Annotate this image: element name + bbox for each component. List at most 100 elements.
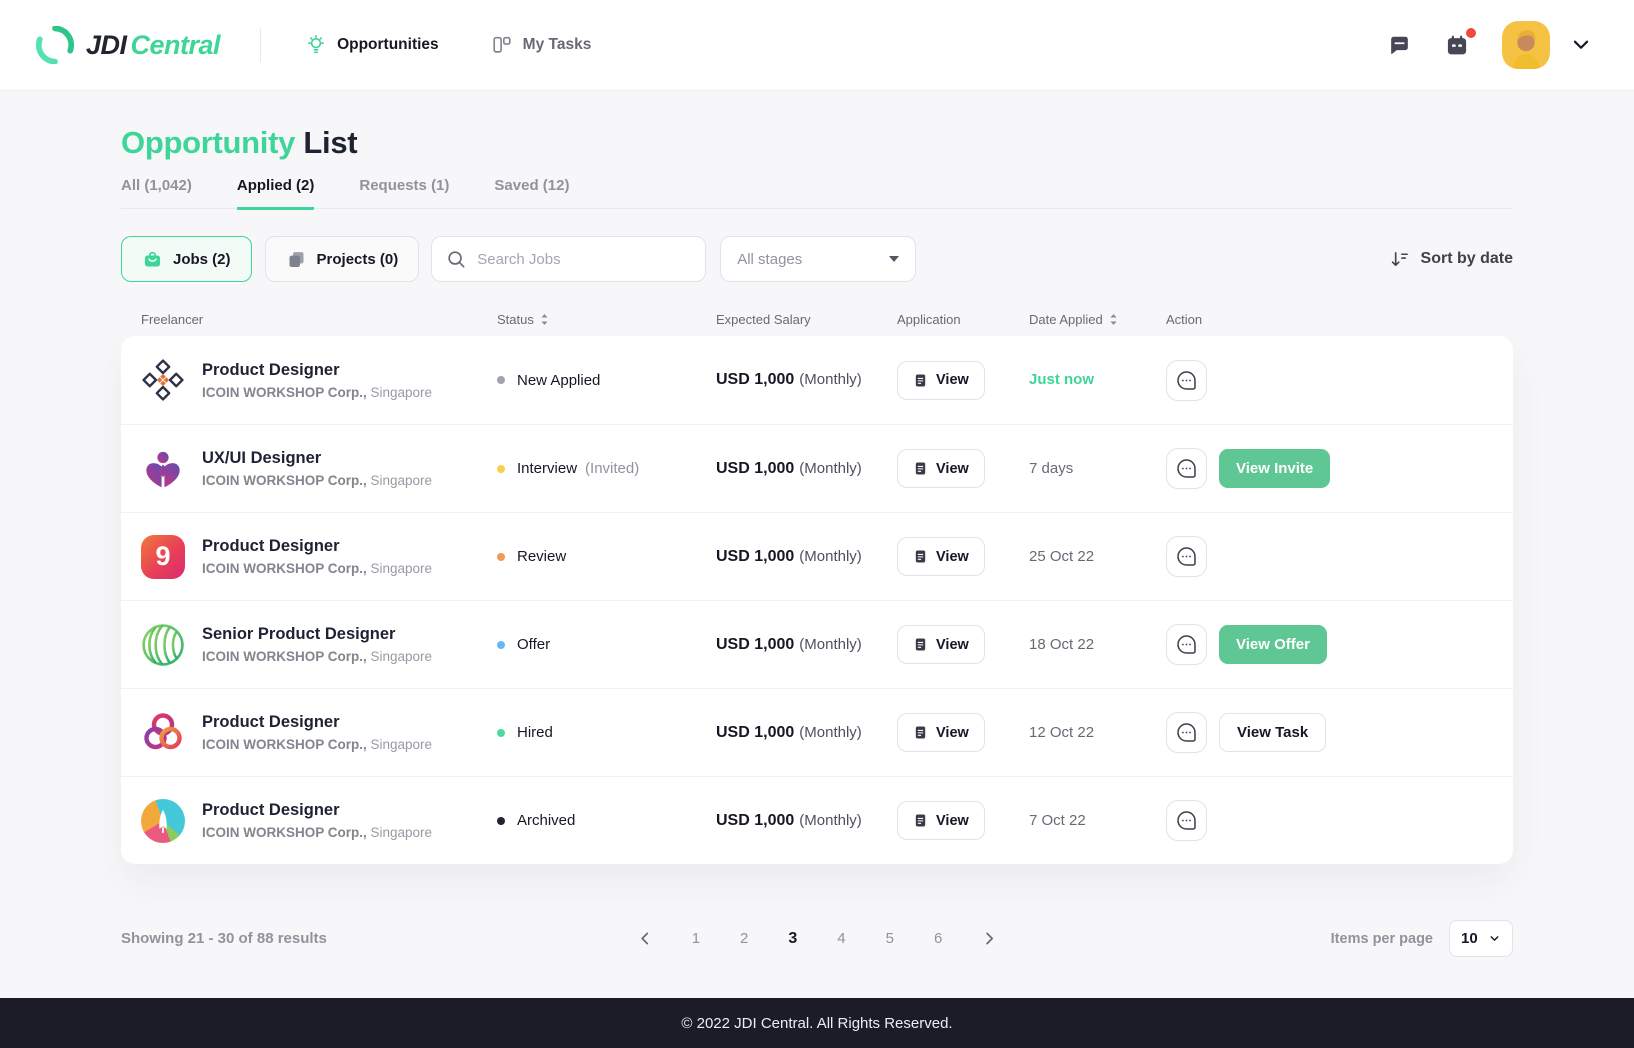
status-dot [497,729,505,737]
status-dot [497,465,505,473]
job-title[interactable]: Product Designer [202,713,432,732]
jobs-filter-button[interactable]: Jobs (2) [121,236,252,282]
tab-all[interactable]: All (1,042) [121,177,192,210]
column-expected-salary: Expected Salary [716,312,897,327]
search-jobs-box [431,236,706,282]
sort-descending-icon [1389,249,1410,270]
page-4[interactable]: 4 [829,926,853,951]
document-icon [913,725,928,740]
date-applied: 18 Oct 22 [1029,636,1094,653]
column-action: Action [1166,312,1513,327]
column-status[interactable]: Status [497,312,716,327]
chat-button[interactable] [1166,624,1207,665]
main-content: Opportunity List All (1,042) Applied (2)… [0,91,1634,998]
company-logo-trefoil [141,711,185,755]
nav-opportunities-label: Opportunities [337,36,439,54]
document-icon [913,637,928,652]
page-3-current[interactable]: 3 [780,926,805,952]
calendar-button[interactable] [1438,26,1476,64]
date-applied: 12 Oct 22 [1029,724,1094,741]
view-application-button[interactable]: View [897,361,985,400]
sort-by-date[interactable]: Sort by date [1389,249,1513,270]
view-offer-button[interactable]: View Offer [1219,625,1327,664]
items-per-page-label: Items per page [1331,931,1433,947]
projects-filter-button[interactable]: Projects (0) [265,236,420,282]
job-title[interactable]: Product Designer [202,801,432,820]
chat-dots-icon [1174,632,1199,657]
chat-button[interactable] [1166,448,1207,489]
tab-applied[interactable]: Applied (2) [237,177,315,210]
status-dot [497,641,505,649]
brand-logo[interactable]: JDICentral [36,26,220,64]
document-icon [913,549,928,564]
tab-bar: All (1,042) Applied (2) Requests (1) Sav… [121,177,1513,209]
chat-button[interactable] [1166,360,1207,401]
view-application-button[interactable]: View [897,537,985,576]
job-title[interactable]: Senior Product Designer [202,625,432,644]
job-title[interactable]: UX/UI Designer [202,449,432,468]
main-nav: Opportunities My Tasks [305,34,591,56]
salary-period: (Monthly) [799,548,862,565]
chat-dots-icon [1174,808,1199,833]
job-title[interactable]: Product Designer [202,361,432,380]
sort-arrows-icon [540,313,549,326]
chat-dots-icon [1174,456,1199,481]
salary-period: (Monthly) [799,460,862,477]
messages-button[interactable] [1381,27,1418,64]
user-avatar[interactable] [1502,21,1550,69]
opportunity-table: Product Designer ICOIN WORKSHOP Corp., S… [121,336,1513,864]
nav-my-tasks-label: My Tasks [523,36,592,54]
job-title[interactable]: Product Designer [202,537,432,556]
company-name: ICOIN WORKSHOP Corp., Singapore [202,385,432,400]
status-label: Interview [517,460,577,477]
view-application-button[interactable]: View [897,625,985,664]
page-title: Opportunity List [121,124,1513,161]
nav-my-tasks[interactable]: My Tasks [491,34,592,56]
filter-toolbar: Jobs (2) Projects (0) All stages [121,236,1513,282]
date-applied: 7 days [1029,460,1073,477]
next-page-button[interactable] [974,924,1003,953]
document-icon [913,813,928,828]
page-1[interactable]: 1 [684,926,708,951]
table-row: 9 Product Designer ICOIN WORKSHOP Corp.,… [121,512,1513,600]
column-date-applied[interactable]: Date Applied [1029,312,1166,327]
nav-opportunities[interactable]: Opportunities [305,34,439,56]
chat-button[interactable] [1166,712,1207,753]
view-application-button[interactable]: View [897,801,985,840]
items-per-page-select[interactable]: 10 [1449,920,1513,957]
chat-button[interactable] [1166,800,1207,841]
view-application-button[interactable]: View [897,713,985,752]
company-logo-diamond [141,358,185,402]
search-jobs-input[interactable] [477,251,691,268]
page-5[interactable]: 5 [878,926,902,951]
salary-period: (Monthly) [799,724,862,741]
chat-bubble-icon [1387,33,1412,58]
profile-menu-chevron[interactable] [1564,28,1598,62]
sort-arrows-icon [1109,313,1118,326]
view-application-button[interactable]: View [897,449,985,488]
status-label: Archived [517,812,575,829]
chat-dots-icon [1174,720,1199,745]
chevron-down-icon [1488,932,1501,945]
status-label: Offer [517,636,550,653]
folder-copy-icon [286,249,307,270]
tab-requests[interactable]: Requests (1) [359,177,449,210]
column-freelancer: Freelancer [141,312,497,327]
stage-filter-select[interactable]: All stages [720,236,916,282]
caret-down-icon [889,256,899,262]
view-task-button[interactable]: View Task [1219,713,1326,752]
results-summary: Showing 21 - 30 of 88 results [121,930,327,947]
page-2[interactable]: 2 [732,926,756,951]
briefcase-icon [142,249,163,270]
status-dot [497,553,505,561]
table-row: Product Designer ICOIN WORKSHOP Corp., S… [121,688,1513,776]
view-invite-button[interactable]: View Invite [1219,449,1330,488]
prev-page-button[interactable] [631,924,660,953]
date-applied: 7 Oct 22 [1029,812,1086,829]
chat-button[interactable] [1166,536,1207,577]
brand-name: JDICentral [86,30,220,61]
page-6[interactable]: 6 [926,926,950,951]
status-label: New Applied [517,372,600,389]
header-divider [260,28,261,62]
tab-saved[interactable]: Saved (12) [494,177,569,210]
